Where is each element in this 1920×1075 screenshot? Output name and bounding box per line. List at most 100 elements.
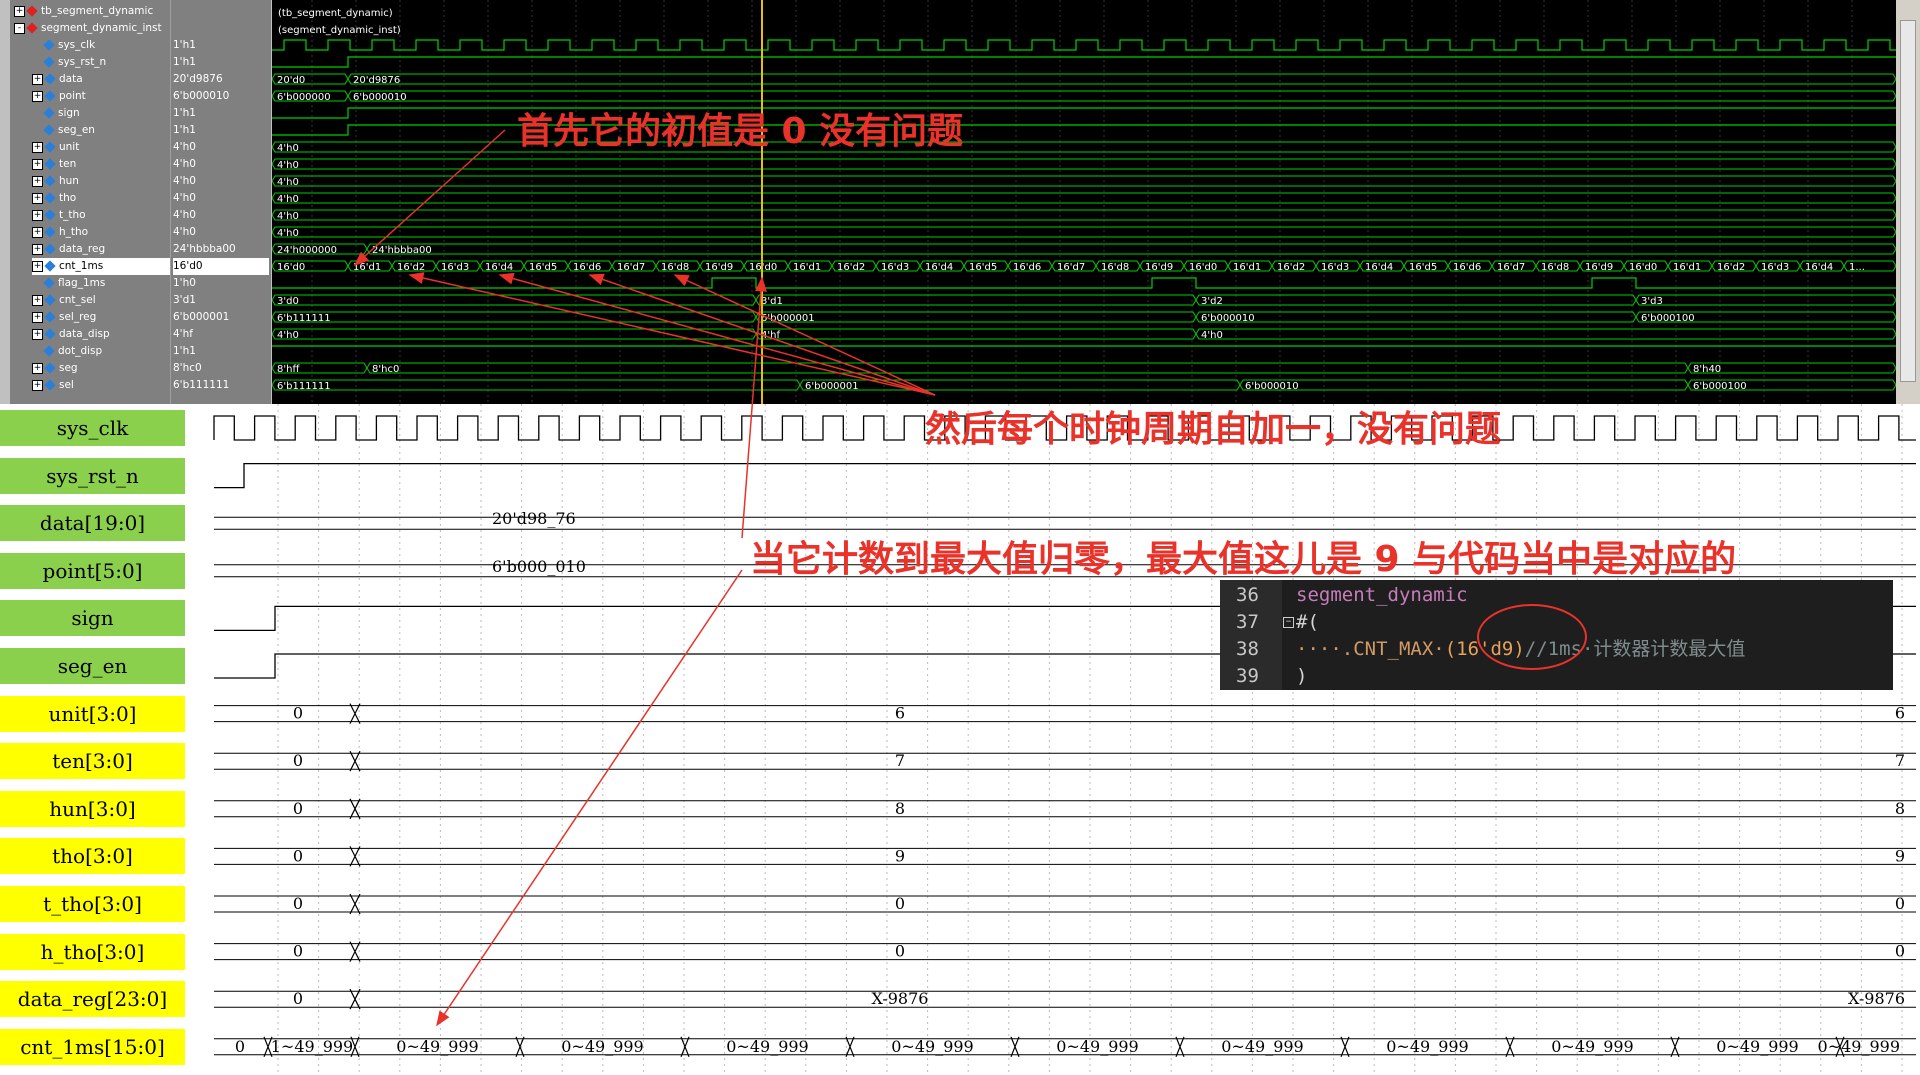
bus-value: 16'd8 (1541, 262, 1569, 273)
signal-row-ten[interactable]: + ten (32, 156, 170, 173)
waveform-panel[interactable]: (tb_segment_dynamic) (segment_dynamic_ins… (271, 0, 1897, 404)
bus-value: 8 (895, 799, 905, 818)
expand-icon[interactable]: + (32, 175, 43, 187)
signal-row-tho[interactable]: + tho (32, 190, 170, 207)
expand-icon[interactable]: + (32, 294, 43, 306)
bus-value: 0 (293, 799, 303, 818)
bus-segment (366, 243, 1897, 255)
signal-row-sel-reg[interactable]: + sel_reg (32, 309, 170, 326)
expand-icon[interactable]: + (32, 328, 43, 340)
bus-value: 16'd5 (969, 262, 997, 273)
bus-value: 6'b000010 (1245, 381, 1299, 392)
bus-value: 0 (293, 704, 303, 723)
signal-row-sel[interactable]: + sel (32, 377, 170, 394)
signal-row-seg-en[interactable]: seg_en (43, 122, 182, 139)
signal-row-tb-segment-dynamic[interactable]: + tb_segment_dynamic (14, 3, 170, 20)
signal-icon (43, 107, 55, 119)
bus-value: 0~49_999 (396, 1037, 478, 1056)
signal-row-sys-clk[interactable]: sys_clk (43, 37, 182, 54)
bus-value: 16'd1 (793, 262, 821, 273)
signal-value: 4'h0 (173, 192, 196, 204)
expand-icon[interactable]: + (32, 73, 43, 85)
signal-row-dot-disp[interactable]: dot_disp (43, 343, 182, 360)
expand-icon[interactable]: + (32, 90, 43, 102)
bus-segment (755, 311, 1197, 323)
bus-value: 8'hff (277, 364, 300, 375)
expand-icon[interactable]: + (32, 141, 43, 153)
signal-row-t-tho[interactable]: + t_tho (32, 207, 170, 224)
expand-icon[interactable]: + (32, 209, 43, 221)
timing-label: tho[3:0] (0, 838, 185, 875)
vertical-scrollbar[interactable] (1896, 0, 1920, 404)
bus-value: 16'd1 (1233, 262, 1261, 273)
bus-value: 4'h0 (277, 177, 299, 188)
signal-row-flag-1ms[interactable]: flag_1ms (43, 275, 182, 292)
bus-value: 16'd5 (529, 262, 557, 273)
signal-icon (44, 141, 56, 153)
scrollbar-thumb[interactable] (1900, 20, 1916, 382)
timing-label: point[5:0] (0, 552, 185, 589)
signal-row-h-tho[interactable]: + h_tho (32, 224, 170, 241)
timing-label: sys_clk (0, 410, 185, 446)
expand-icon[interactable]: + (32, 362, 43, 374)
bus-value: 16'd7 (1057, 262, 1085, 273)
signal-value: 8'hc0 (173, 362, 202, 374)
line-number: 38 (1236, 638, 1259, 660)
timing-label: seg_en (0, 648, 185, 684)
signal-icon (44, 243, 56, 255)
bus-wave (214, 516, 1916, 530)
signal-name: sys_clk (58, 39, 96, 51)
signal-row-point[interactable]: + point (32, 88, 170, 105)
bus-value: 16'd4 (1805, 262, 1833, 273)
signal-row-seg[interactable]: + seg (32, 360, 170, 377)
waveform-canvas[interactable]: (tb_segment_dynamic) (segment_dynamic_ins… (271, 0, 1897, 404)
signal-value: 3'd1 (173, 294, 196, 306)
expand-icon[interactable]: + (14, 5, 25, 17)
bus-value: 16'd4 (925, 262, 953, 273)
bus-transition (349, 941, 361, 962)
wave-header-text: (segment_dynamic_inst) (278, 25, 401, 36)
signal-row-unit[interactable]: + unit (32, 139, 170, 156)
expand-icon[interactable]: + (32, 260, 43, 272)
bus-value: 3'd1 (761, 296, 783, 307)
expand-icon[interactable]: + (32, 243, 43, 255)
signal-row-data[interactable]: + data (32, 71, 170, 88)
expand-icon[interactable]: + (32, 192, 43, 204)
bus-value: 16'd8 (1101, 262, 1129, 273)
bus-value: 3'd0 (277, 296, 299, 307)
bus-segment (271, 209, 1897, 221)
bus-value: 0 (293, 989, 303, 1008)
code-snippet: 36 segment_dynamic 37 − #( 38 ····.CNT_M… (1220, 580, 1893, 690)
signal-value: 1'h1 (173, 39, 196, 51)
expand-icon[interactable]: + (32, 311, 43, 323)
signal-icon (26, 22, 38, 34)
bus-value: 16'd3 (441, 262, 469, 273)
bus-segment (1195, 311, 1637, 323)
signal-row-sign[interactable]: sign (43, 105, 182, 122)
signal-row-data-reg[interactable]: + data_reg (32, 241, 170, 258)
signal-row-cnt-1ms[interactable]: + cnt_1ms (32, 258, 170, 275)
bus-value: 16'd6 (1013, 262, 1041, 273)
bus-segment (755, 294, 1197, 306)
bus-value: 9 (895, 846, 905, 865)
expand-icon[interactable]: + (32, 226, 43, 238)
bus-transition (1010, 1036, 1020, 1058)
signal-name: unit (59, 141, 80, 153)
bus-value: 6 (1895, 704, 1905, 723)
signal-row-segment-dynamic-inst[interactable]: - segment_dynamic_inst (14, 20, 170, 37)
bus-transition (349, 703, 361, 724)
signal-row-hun[interactable]: + hun (32, 173, 170, 190)
bus-value: 6'b000010 (353, 92, 407, 103)
signal-row-sys-rst-n[interactable]: sys_rst_n (43, 54, 182, 71)
expand-icon[interactable]: + (32, 158, 43, 170)
collapse-icon[interactable]: - (14, 22, 25, 34)
bus-value: 8'hc0 (372, 364, 399, 375)
bus-transition (349, 798, 361, 820)
signal-row-data-disp[interactable]: + data_disp (32, 326, 170, 343)
signal-name: sys_rst_n (58, 56, 107, 68)
expand-icon[interactable]: + (32, 379, 43, 391)
bus-value: 0 (293, 942, 303, 961)
timing-label: hun[3:0] (0, 790, 185, 827)
signal-row-cnt-sel[interactable]: + cnt_sel (32, 292, 170, 309)
fold-icon[interactable]: − (1283, 617, 1294, 628)
